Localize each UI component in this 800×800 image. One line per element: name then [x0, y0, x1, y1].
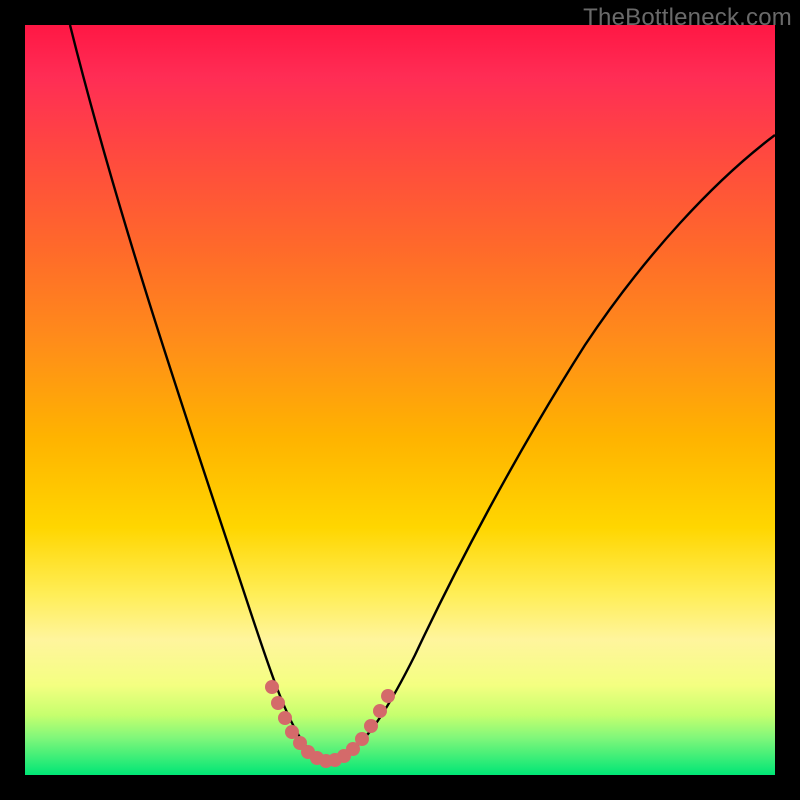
bottleneck-curve — [70, 25, 775, 759]
optimum-region-markers — [265, 680, 395, 768]
watermark-text: TheBottleneck.com — [583, 4, 792, 32]
plot-area — [25, 25, 775, 775]
chart-stage: TheBottleneck.com — [0, 0, 800, 800]
curve-svg — [25, 25, 775, 775]
